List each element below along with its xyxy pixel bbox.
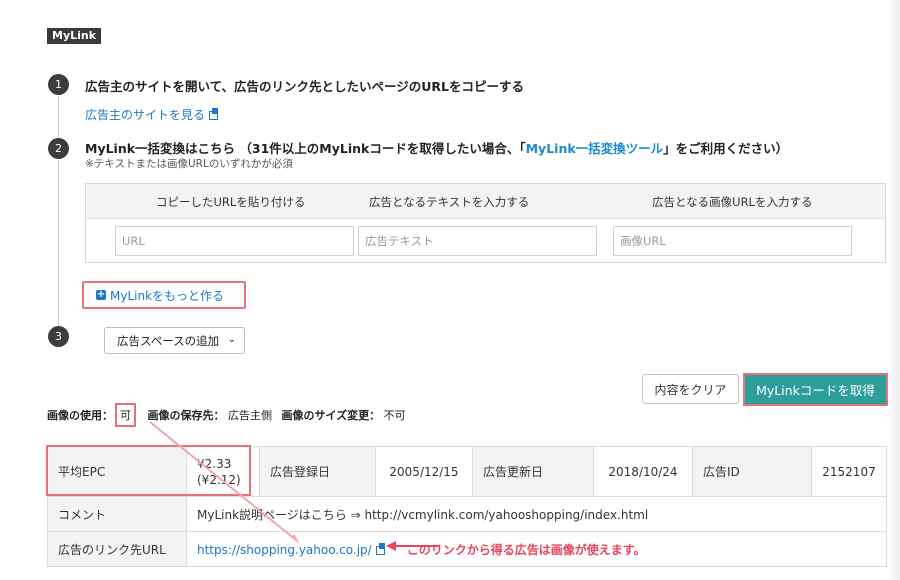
- annotation-arrows: [149, 421, 440, 551]
- annotation-line: [149, 421, 297, 541]
- annotation-arrow-head: [386, 541, 396, 551]
